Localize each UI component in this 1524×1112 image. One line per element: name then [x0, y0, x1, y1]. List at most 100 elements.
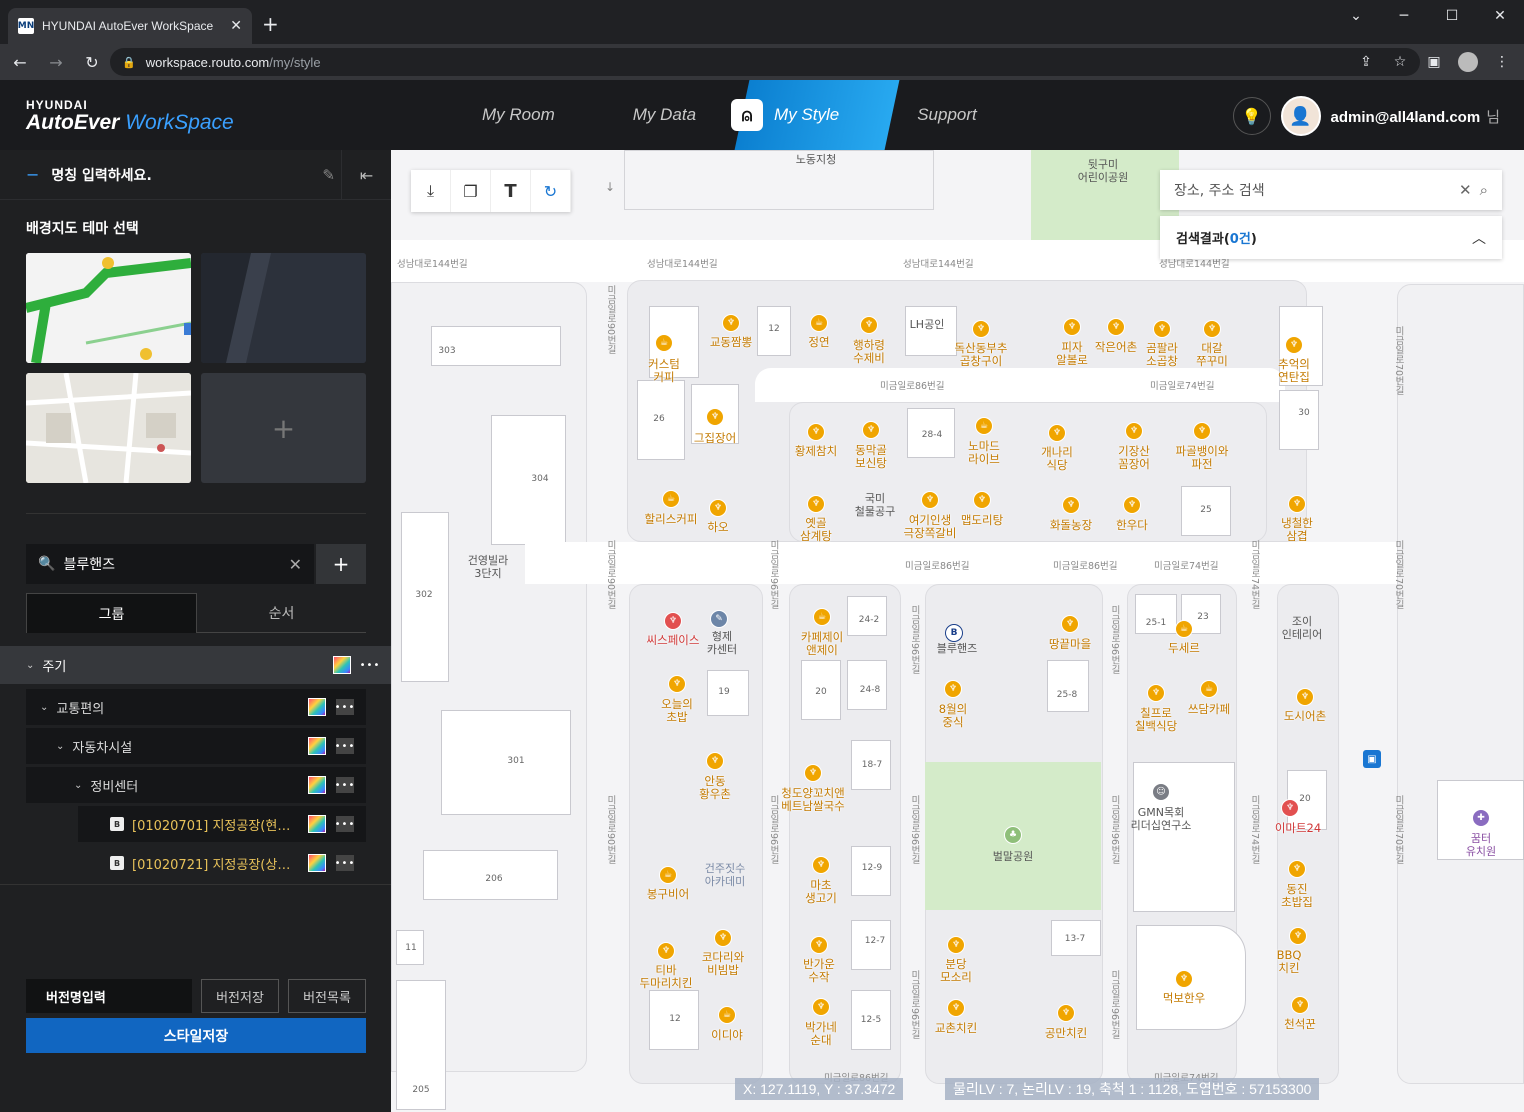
restaurant-icon[interactable]: ♆	[1125, 422, 1143, 440]
more-icon[interactable]: •••	[335, 738, 354, 754]
poi-label[interactable]: 마초 생고기	[805, 879, 837, 905]
clear-search-icon[interactable]: ✕	[1459, 181, 1472, 199]
restaurant-icon[interactable]: ♆	[1061, 615, 1079, 633]
poi-label[interactable]: 분당 모소리	[940, 958, 972, 984]
poi-label[interactable]: 쓰담카페	[1188, 703, 1230, 716]
poi-label[interactable]: 곰팔라 소곱창	[1146, 342, 1178, 368]
poi-label[interactable]: 황제참치	[795, 445, 837, 458]
restaurant-icon[interactable]: ♆	[921, 491, 939, 509]
map-canvas[interactable]: 성남대로144번길 성남대로144번길 성남대로144번길 성남대로144번길 …	[391, 150, 1524, 1112]
tab-group[interactable]: 그룹	[26, 593, 197, 633]
poi-label[interactable]: 도시어촌	[1284, 710, 1326, 723]
tree-leaf-item[interactable]: B [01020701] 지정공장(현대… •••	[78, 806, 366, 842]
poi-label[interactable]: 작은어촌	[1095, 341, 1137, 354]
text-icon[interactable]: T	[491, 170, 531, 212]
restaurant-icon[interactable]: ♆	[1062, 496, 1080, 514]
poi-label[interactable]: 맵도리탕	[961, 514, 1003, 527]
nav-my-room[interactable]: My Room	[482, 105, 555, 125]
tree-item-root[interactable]: ⌄ 주기 •••	[0, 646, 391, 684]
restaurant-icon[interactable]: ♆	[1285, 336, 1303, 354]
restaurant-icon[interactable]: ♆	[1123, 496, 1141, 514]
more-icon[interactable]: •••	[335, 816, 354, 832]
refresh-icon[interactable]: ↻	[531, 170, 571, 212]
poi-label[interactable]: 코다리와 비빔밥	[702, 951, 744, 977]
cafe-icon[interactable]: ☕	[659, 866, 677, 884]
restaurant-icon[interactable]: ♆	[1063, 318, 1081, 336]
restaurant-icon[interactable]: ♆	[706, 408, 724, 426]
restaurant-icon[interactable]: ♆	[1193, 422, 1211, 440]
poi-label[interactable]: 반가운 수작	[803, 958, 835, 984]
poi-label[interactable]: 교촌치킨	[935, 1022, 977, 1035]
poi-label[interactable]: 동진 초밥집	[1281, 883, 1313, 909]
user-email[interactable]: admin@all4land.com 님	[1331, 106, 1500, 127]
restaurant-icon[interactable]: ♆	[972, 320, 990, 338]
cafe-icon[interactable]: ☕	[813, 608, 831, 626]
chevron-down-icon[interactable]: ⌄	[26, 660, 34, 671]
lightbulb-icon[interactable]: 💡	[1232, 97, 1271, 135]
poi-label[interactable]: 박가네 순대	[805, 1021, 837, 1047]
chevron-down-icon[interactable]: ⌄	[40, 702, 48, 713]
poi-label[interactable]: 카페제이 앤제이	[801, 631, 843, 657]
reload-icon[interactable]: ↻	[76, 46, 108, 78]
restaurant-icon[interactable]: ♆	[1107, 318, 1125, 336]
more-icon[interactable]: •••	[335, 777, 354, 793]
share-icon[interactable]: ⇪	[1352, 48, 1380, 76]
poi-label[interactable]: 하오	[707, 521, 728, 534]
search-results-panel[interactable]: 검색결과(0건) ︿	[1160, 216, 1502, 259]
convenience-store-icon[interactable]: ♆	[1281, 799, 1299, 817]
style-swatch-icon[interactable]	[333, 656, 351, 674]
restaurant-icon[interactable]: ♆	[1153, 320, 1171, 338]
restaurant-icon[interactable]: ♆	[1296, 688, 1314, 706]
poi-label[interactable]: 8월의 중식	[939, 703, 967, 729]
restaurant-icon[interactable]: ♆	[973, 491, 991, 509]
poi-label[interactable]: 개나리 식당	[1041, 446, 1073, 472]
restaurant-icon[interactable]: ♆	[1203, 320, 1221, 338]
more-icon[interactable]: •••	[360, 657, 380, 673]
poi-label[interactable]: 땅끝마을	[1049, 638, 1091, 651]
poi-label[interactable]: 먹보한우	[1163, 992, 1205, 1005]
poi-label[interactable]: 행하령 수제비	[853, 339, 885, 365]
restaurant-icon[interactable]: ♆	[1288, 495, 1306, 513]
close-tab-icon[interactable]: ✕	[230, 18, 242, 34]
add-layer-button[interactable]: +	[316, 544, 366, 584]
more-icon[interactable]: •••	[335, 699, 354, 715]
maximize-icon[interactable]: ☐	[1428, 0, 1476, 32]
poi-label[interactable]: 독산동부추 곱창구이	[955, 342, 1008, 368]
menu-kebab-icon[interactable]: ⋮	[1488, 48, 1516, 76]
close-window-icon[interactable]: ✕	[1476, 0, 1524, 32]
collapse-sidebar-icon[interactable]: ⇤	[341, 150, 391, 200]
cafe-icon[interactable]: ☕	[975, 417, 993, 435]
organization-icon[interactable]: ☺	[1152, 783, 1170, 801]
restaurant-icon[interactable]: ♆	[812, 856, 830, 874]
theme-thumb-satellite[interactable]	[26, 373, 191, 483]
restaurant-icon[interactable]: ♆	[706, 752, 724, 770]
poi-label[interactable]: 옛골 삼계탕	[800, 517, 832, 543]
restaurant-icon[interactable]: ♆	[804, 764, 822, 782]
layers-copy-icon[interactable]: ❐	[451, 170, 491, 212]
back-icon[interactable]: ←	[4, 46, 36, 78]
bluehands-icon[interactable]: B	[945, 624, 963, 642]
poi-label[interactable]: BBQ 치킨	[1277, 949, 1302, 975]
poi-label[interactable]: 칠프로 칠백식당	[1135, 707, 1177, 733]
kindergarten-icon[interactable]: ✚	[1472, 809, 1490, 827]
clear-search-icon[interactable]: ✕	[289, 555, 302, 574]
cafe-icon[interactable]: ☕	[1175, 620, 1193, 638]
restaurant-icon[interactable]: ♆	[1048, 424, 1066, 442]
park-icon[interactable]: ♣	[1004, 826, 1022, 844]
new-tab-icon[interactable]: +	[262, 12, 279, 36]
edit-icon[interactable]: ✎	[322, 166, 335, 184]
poi-label[interactable]: 기장산 꼼장어	[1118, 445, 1150, 471]
layer-search-input[interactable]: 🔍 블루핸즈 ✕	[26, 544, 314, 584]
poi-label[interactable]: 추억의 연탄집	[1278, 358, 1310, 384]
poi-label[interactable]: 냉철한 삼겹	[1281, 517, 1313, 543]
tab-search-icon[interactable]: ⌄	[1332, 0, 1380, 32]
convenience-store-icon[interactable]: ♆	[664, 612, 682, 630]
tree-item[interactable]: ⌄ 정비센터 •••	[26, 767, 366, 803]
poi-label[interactable]: 교동짬뽕	[710, 336, 752, 349]
tab-order[interactable]: 순서	[197, 593, 366, 633]
restaurant-icon[interactable]: ♆	[947, 936, 965, 954]
cafe-icon[interactable]: ☕	[655, 334, 673, 352]
style-swatch-icon[interactable]	[308, 854, 326, 872]
poi-label[interactable]: 할리스커피	[645, 513, 698, 526]
more-icon[interactable]: •••	[335, 855, 354, 871]
